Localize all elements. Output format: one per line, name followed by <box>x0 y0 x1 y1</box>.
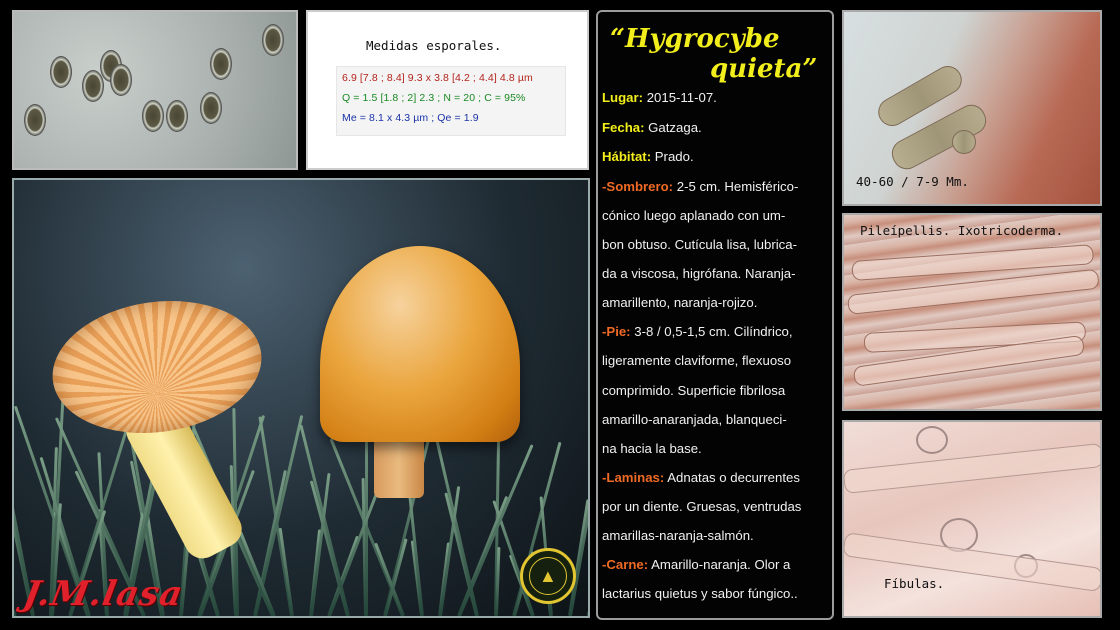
sombrero-label: -Sombrero: <box>602 179 674 194</box>
spore <box>262 24 284 56</box>
cystidia-micrograph: 40-60 / 7-9 Mm. <box>842 10 1102 206</box>
grass-blade <box>14 560 17 616</box>
habitat-line: Hábitat: Prado. <box>602 149 832 164</box>
pileipellis-micrograph: Pileípellis. Ixotricoderma. <box>842 213 1102 411</box>
habitat-label: Hábitat: <box>602 149 652 164</box>
hypha <box>844 442 1100 494</box>
species-name-line1: “Hygrocybe <box>610 24 780 54</box>
fecha-line: Fecha: Gatzaga. <box>602 120 832 135</box>
mushroom-photo: ▲ J.M.lasa <box>12 178 590 618</box>
clamps-label: Fíbulas. <box>884 576 945 591</box>
carne-text: Amarillo-naranja. Olor a <box>648 557 791 572</box>
mushroom-cap-right <box>320 246 520 442</box>
pileipellis-label: Pileípellis. Ixotricoderma. <box>860 223 1064 238</box>
sombrero-text: bon obtuso. Cutícula lisa, lubrica- <box>602 237 797 252</box>
sombrero-line: -Sombrero: 2-5 cm. Hemisférico- <box>602 179 832 194</box>
spore <box>142 100 164 132</box>
fecha-label: Fecha: <box>602 120 645 135</box>
measurements-title: Medidas esporales. <box>366 38 502 53</box>
laminas-text: Adnatas o decurrentes <box>664 470 800 485</box>
pie-label: -Pie: <box>602 324 631 339</box>
clamp-connection <box>916 426 948 454</box>
carne-line: -Carne: Amarillo-naranja. Olor a <box>602 557 832 572</box>
spore <box>110 64 132 96</box>
photographer-signature: J.M.lasa <box>20 574 187 614</box>
lugar-line: Lugar: 2015-11-07. <box>602 90 832 105</box>
spore <box>210 48 232 80</box>
description-panel: “Hygrocybe quieta” Lugar: 2015-11-07. Fe… <box>596 10 834 620</box>
grass-blade <box>278 527 294 616</box>
habitat-value: Prado. <box>651 149 694 164</box>
fecha-value: Gatzaga. <box>644 120 702 135</box>
pie-text: 3-8 / 0,5-1,5 cm. Cilíndrico, <box>630 324 793 339</box>
spore-micrograph <box>12 10 298 170</box>
sombrero-text: amarillento, naranja-rojizo. <box>602 295 758 310</box>
laminas-label: -Laminas: <box>602 470 665 485</box>
cystidia-size-label: 40-60 / 7-9 Mm. <box>856 174 969 189</box>
sombrero-text: da a viscosa, higrófana. Naranja- <box>602 266 796 281</box>
clamp-connections-micrograph: Fíbulas. <box>842 420 1102 618</box>
mushroom-gills-left <box>43 288 271 446</box>
laminas-line: -Laminas: Adnatas o decurrentes <box>602 470 832 485</box>
measurements-mean-line: Me = 8.1 x 4.3 µm ; Qe = 1.9 <box>342 112 479 124</box>
pie-text: comprimido. Superficie fibrilosa <box>602 383 786 398</box>
spore <box>50 56 72 88</box>
spore <box>166 100 188 132</box>
spore <box>24 104 46 136</box>
pie-text: na hacia la base. <box>602 441 702 456</box>
species-name-line2: quieta” <box>710 54 818 84</box>
sombrero-text: 2-5 cm. Hemisférico- <box>673 179 799 194</box>
mushroom-emblem-icon: ▲ <box>520 548 576 604</box>
lugar-label: Lugar: <box>602 90 644 105</box>
carne-label: -Carne: <box>602 557 649 572</box>
measurements-size-line: 6.9 [7.8 ; 8.4] 9.3 x 3.8 [4.2 ; 4.4] 4.… <box>342 72 533 84</box>
grass-blade <box>587 457 588 616</box>
lugar-value: 2015-11-07. <box>643 90 717 105</box>
pie-line: -Pie: 3-8 / 0,5-1,5 cm. Cilíndrico, <box>602 324 832 339</box>
mushroom-icon: ▲ <box>539 566 557 586</box>
sombrero-text: cónico luego aplanado con um- <box>602 208 786 223</box>
pie-text: ligeramente claviforme, flexuoso <box>602 353 792 368</box>
species-name: “Hygrocybe quieta” <box>610 24 830 90</box>
pie-text: amarillo-anaranjada, blanqueci- <box>602 412 787 427</box>
carne-text: lactarius quietus y sabor fúngico.. <box>602 586 798 601</box>
cystidium <box>952 130 976 154</box>
laminas-text: por un diente. Gruesas, ventrudas <box>602 499 802 514</box>
spore <box>82 70 104 102</box>
spore <box>200 92 222 124</box>
spore-measurements-box: Medidas esporales. 6.9 [7.8 ; 8.4] 9.3 x… <box>306 10 589 170</box>
measurements-q-line: Q = 1.5 [1.8 ; 2] 2.3 ; N = 20 ; C = 95% <box>342 92 526 104</box>
laminas-text: amarillas-naranja-salmón. <box>602 528 754 543</box>
grass-blade <box>407 483 424 616</box>
